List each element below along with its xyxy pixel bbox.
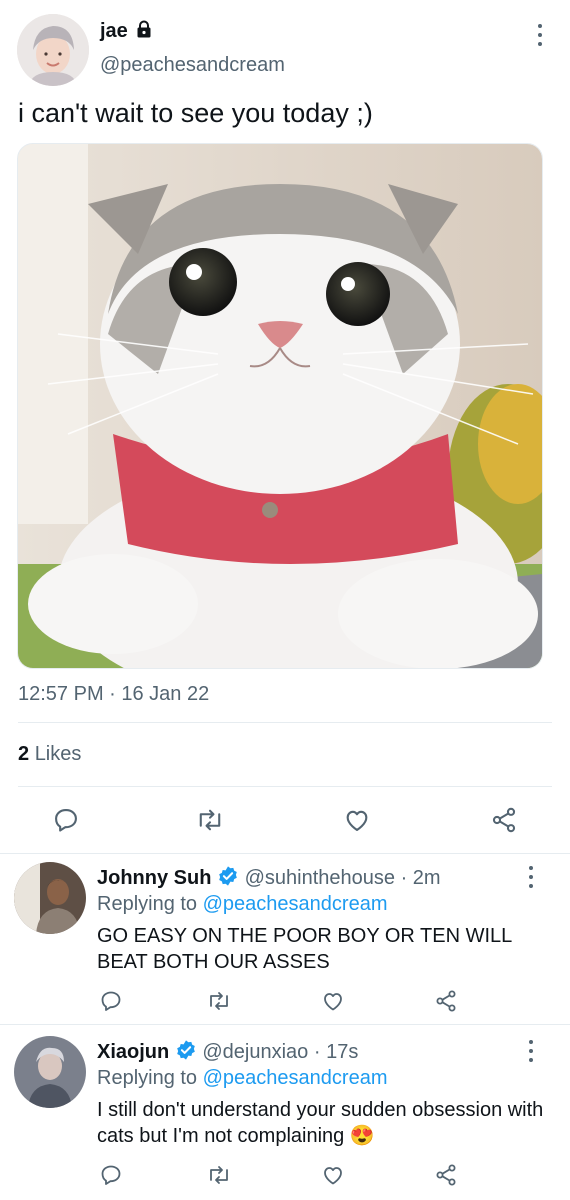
replying-to-line: Replying to @peachesandcream xyxy=(97,1065,387,1091)
replying-to-line: Replying to @peachesandcream xyxy=(97,891,387,917)
reply-header: Johnny Suh @suhinthehouse · 2m xyxy=(97,865,441,894)
divider xyxy=(18,722,552,723)
reply-time: · 17s xyxy=(313,1041,359,1063)
reply-display-name[interactable]: Johnny Suh xyxy=(97,867,211,889)
reply-text: I still don't understand your sudden obs… xyxy=(97,1099,544,1147)
replying-to-link[interactable]: @peachesandcream xyxy=(203,893,388,915)
reply-header: Xiaojun @dejunxiao · 17s xyxy=(97,1039,358,1068)
verified-badge-icon xyxy=(175,1039,197,1068)
share-icon[interactable] xyxy=(434,1163,458,1187)
divider xyxy=(0,853,570,854)
replying-prefix: Replying to xyxy=(97,893,198,915)
reply-icon[interactable] xyxy=(99,989,123,1013)
reply-icon[interactable] xyxy=(99,1163,123,1187)
tweet-timestamp[interactable]: 12:57 PM · 16 Jan 22 xyxy=(18,681,209,707)
lock-icon xyxy=(134,19,154,44)
divider xyxy=(0,1024,570,1025)
share-icon[interactable] xyxy=(434,989,458,1013)
more-icon[interactable] xyxy=(537,24,543,46)
more-icon[interactable] xyxy=(528,1040,534,1062)
like-icon[interactable] xyxy=(321,1163,345,1187)
author-display-name[interactable]: jae xyxy=(100,20,128,42)
author-handle[interactable]: @peachesandcream xyxy=(100,52,285,78)
reply-text-block: I still don't understand your sudden obs… xyxy=(97,1097,547,1149)
reply-handle[interactable]: @dejunxiao xyxy=(202,1041,308,1063)
more-icon[interactable] xyxy=(528,866,534,888)
replying-to-link[interactable]: @peachesandcream xyxy=(203,1067,388,1089)
heart-eyes-emoji: 😍 xyxy=(349,1125,375,1147)
verified-badge-icon xyxy=(217,865,239,894)
likes-label: Likes xyxy=(34,743,82,765)
reply-icon[interactable] xyxy=(52,806,80,834)
retweet-icon[interactable] xyxy=(195,806,225,834)
author-name[interactable]: jae xyxy=(100,18,128,44)
reply-time: · 2m xyxy=(400,867,441,889)
reply-avatar[interactable] xyxy=(14,1036,86,1108)
retweet-icon[interactable] xyxy=(206,989,232,1013)
likes-count: 2 xyxy=(18,743,30,765)
tweet-image[interactable] xyxy=(17,143,543,669)
author-avatar[interactable] xyxy=(17,14,89,86)
reply-text: GO EASY ON THE POOR BOY OR TEN WILL BEAT… xyxy=(97,925,512,973)
likes-count-row[interactable]: 2 Likes xyxy=(18,741,81,767)
like-icon[interactable] xyxy=(321,989,345,1013)
retweet-icon[interactable] xyxy=(206,1163,232,1187)
replying-prefix: Replying to xyxy=(97,1067,198,1089)
like-icon[interactable] xyxy=(343,806,371,834)
divider xyxy=(18,786,552,787)
share-icon[interactable] xyxy=(490,806,518,834)
tweet-text: i can't wait to see you today ;) xyxy=(18,98,373,128)
reply-display-name[interactable]: Xiaojun xyxy=(97,1041,169,1063)
reply-avatar[interactable] xyxy=(14,862,86,934)
reply-handle[interactable]: @suhinthehouse xyxy=(245,867,395,889)
